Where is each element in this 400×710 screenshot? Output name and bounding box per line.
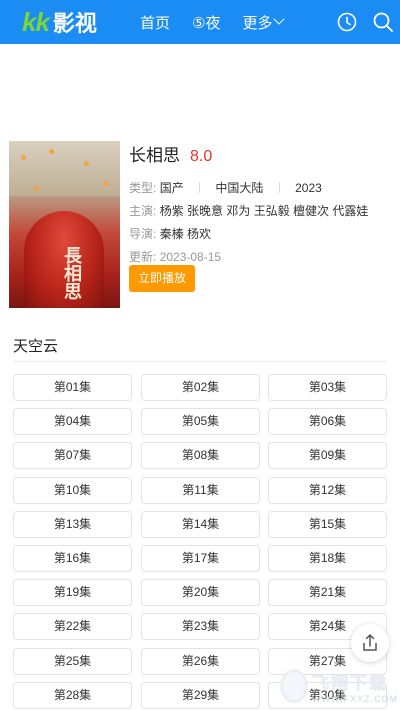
updated-label: 更新: bbox=[129, 250, 157, 264]
logo-kk: kk bbox=[22, 6, 50, 37]
share-icon bbox=[363, 634, 377, 651]
episode-button[interactable]: 第10集 bbox=[13, 477, 132, 504]
video-title: 长相思 bbox=[129, 146, 180, 165]
meta-type-row: 类型: 国产 中国大陆 2023 bbox=[129, 177, 389, 200]
nav-home[interactable]: 首页 bbox=[140, 12, 170, 33]
episode-button[interactable]: 第26集 bbox=[141, 648, 260, 675]
episode-button[interactable]: 第29集 bbox=[141, 682, 260, 709]
watermark: 飞翔下载 WWW.FXXZ.COM bbox=[280, 664, 398, 708]
year-value[interactable]: 2023 bbox=[295, 181, 322, 195]
episode-button[interactable]: 第21集 bbox=[268, 579, 387, 606]
episode-button[interactable]: 第14集 bbox=[141, 511, 260, 538]
episode-button[interactable]: 第08集 bbox=[141, 442, 260, 469]
poster-title-art: 長相思 bbox=[61, 246, 82, 300]
updated-value: 2023-08-15 bbox=[159, 250, 222, 264]
poster-image[interactable]: 長相思 bbox=[9, 141, 120, 308]
episode-button[interactable]: 第17集 bbox=[141, 545, 260, 572]
episode-button[interactable]: 第11集 bbox=[141, 477, 260, 504]
clock-icon[interactable] bbox=[336, 11, 358, 33]
top-bar: kk 影视 首页 ⑤夜 更多 bbox=[0, 0, 400, 44]
meta-director-row: 导演: 秦榛 杨欢 bbox=[129, 223, 389, 246]
watermark-main: 飞翔下载 bbox=[312, 673, 388, 693]
logo-text: 影视 bbox=[52, 11, 97, 36]
poster-lantern bbox=[49, 149, 54, 154]
episode-button[interactable]: 第22集 bbox=[13, 613, 132, 640]
episode-button[interactable]: 第20集 bbox=[141, 579, 260, 606]
meta-cast-row: 主演: 杨紫 张晚意 邓为 王弘毅 檀健次 代露娃 bbox=[129, 200, 389, 223]
share-button[interactable] bbox=[351, 624, 389, 662]
episode-button[interactable]: 第09集 bbox=[268, 442, 387, 469]
episode-button[interactable]: 第06集 bbox=[268, 408, 387, 435]
poster-lantern bbox=[84, 161, 89, 166]
nav-night[interactable]: ⑤夜 bbox=[192, 12, 220, 33]
divider bbox=[13, 361, 387, 362]
poster-lantern bbox=[104, 181, 109, 186]
watermark-sub: WWW.FXXZ.COM bbox=[312, 693, 398, 704]
episode-button[interactable]: 第13集 bbox=[13, 511, 132, 538]
watermark-logo bbox=[280, 669, 308, 703]
search-icon[interactable] bbox=[372, 11, 394, 33]
episode-button[interactable]: 第04集 bbox=[13, 408, 132, 435]
divider bbox=[199, 182, 201, 193]
main-nav: 首页 ⑤夜 更多 bbox=[140, 0, 305, 44]
episode-button[interactable]: 第23集 bbox=[141, 613, 260, 640]
episode-button[interactable]: 第19集 bbox=[13, 579, 132, 606]
region-value[interactable]: 中国大陆 bbox=[215, 181, 263, 195]
source-title[interactable]: 天空云 bbox=[13, 335, 58, 356]
episode-button[interactable]: 第16集 bbox=[13, 545, 132, 572]
episode-button[interactable]: 第25集 bbox=[13, 648, 132, 675]
site-logo[interactable]: kk 影视 bbox=[22, 6, 97, 38]
poster-lantern bbox=[34, 186, 39, 191]
type-label: 类型: bbox=[129, 181, 157, 195]
episode-button[interactable]: 第03集 bbox=[268, 374, 387, 401]
episode-button[interactable]: 第01集 bbox=[13, 374, 132, 401]
episode-button[interactable]: 第05集 bbox=[141, 408, 260, 435]
nav-more-label: 更多 bbox=[242, 14, 273, 32]
title-row: 长相思 8.0 bbox=[129, 141, 389, 167]
poster-lantern bbox=[21, 155, 26, 160]
episode-button[interactable]: 第15集 bbox=[268, 511, 387, 538]
episode-button[interactable]: 第07集 bbox=[13, 442, 132, 469]
video-score: 8.0 bbox=[190, 148, 213, 165]
episode-button[interactable]: 第12集 bbox=[268, 477, 387, 504]
nav-more[interactable]: 更多 bbox=[242, 12, 286, 33]
director-value[interactable]: 秦榛 杨欢 bbox=[160, 227, 211, 241]
cast-value[interactable]: 杨紫 张晚意 邓为 王弘毅 檀健次 代露娃 bbox=[160, 204, 369, 218]
director-label: 导演: bbox=[129, 227, 157, 241]
type-value[interactable]: 国产 bbox=[160, 181, 184, 195]
video-info: 长相思 8.0 类型: 国产 中国大陆 2023 主演: 杨紫 张晚意 邓为 王… bbox=[129, 141, 389, 292]
play-now-button[interactable]: 立即播放 bbox=[129, 265, 195, 292]
chevron-down-icon bbox=[273, 13, 286, 25]
poster-sky bbox=[9, 141, 120, 196]
episode-button[interactable]: 第28集 bbox=[13, 682, 132, 709]
episode-button[interactable]: 第02集 bbox=[141, 374, 260, 401]
divider bbox=[278, 182, 280, 193]
episode-button[interactable]: 第18集 bbox=[268, 545, 387, 572]
cast-label: 主演: bbox=[129, 204, 157, 218]
watermark-text: 飞翔下载 WWW.FXXZ.COM bbox=[312, 669, 398, 704]
